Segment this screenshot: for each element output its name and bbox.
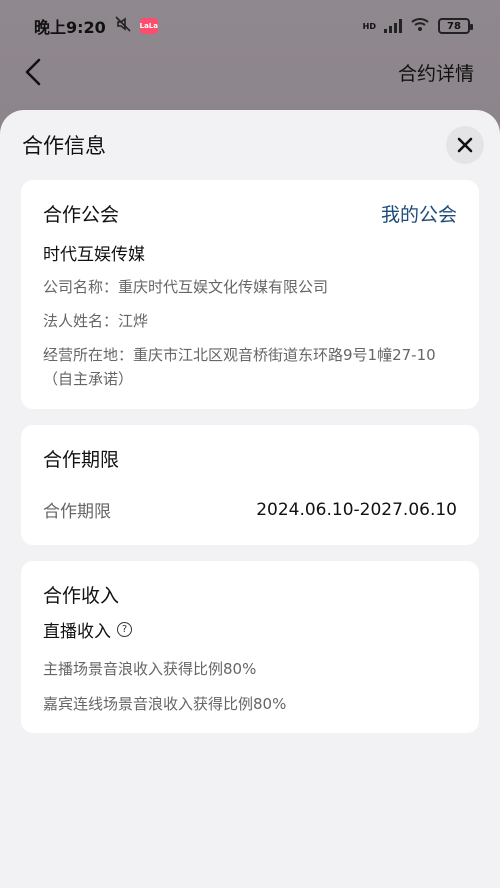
union-name: 时代互娱传媒 [43, 245, 145, 265]
self-commitment-note: （自主承诺） [43, 370, 134, 388]
cooperation-income-card: 合作收入 直播收入 ? 主播场景音浪收入获得比例80% 嘉宾连线场景音浪收入获得… [21, 561, 479, 733]
signal-icon [384, 19, 402, 33]
live-income-label: 直播收入 [43, 622, 111, 642]
guest-income-ratio: 嘉宾连线场景音浪收入获得比例80% [43, 695, 287, 713]
sheet-header: 合作信息 [0, 110, 500, 180]
mute-icon [114, 15, 132, 37]
live-income-header: 直播收入 ? [43, 617, 457, 642]
close-button[interactable] [446, 126, 484, 164]
close-icon [457, 137, 473, 153]
app-badge-icon: LaLa [140, 18, 158, 34]
legal-person: 法人姓名：江烨 [43, 312, 149, 330]
cooperation-info-sheet: 合作信息 合作公会 我的公会 时代互娱传媒 公司名称：重庆时代互娱文化传媒有限公… [0, 110, 500, 888]
period-value: 2024.06.10-2027.06.10 [256, 499, 457, 520]
status-time: 晚上9:20 [34, 18, 106, 37]
sheet-title: 合作信息 [22, 134, 106, 158]
cooperation-union-card: 合作公会 我的公会 时代互娱传媒 公司名称：重庆时代互娱文化传媒有限公司 法人姓… [21, 180, 479, 409]
wifi-icon [410, 16, 430, 36]
business-address: 经营所在地：重庆市江北区观音桥街道东环路9号1幢27-10 [43, 346, 436, 364]
period-label: 合作期限 [43, 502, 111, 522]
nav-bar: 合约详情 [0, 52, 500, 92]
network-label: HD [362, 21, 376, 31]
cooperation-period-card: 合作期限 合作期限 2024.06.10-2027.06.10 [21, 425, 479, 545]
card-title-union: 合作公会 [43, 203, 120, 226]
help-icon[interactable]: ? [117, 622, 132, 637]
card-title-period: 合作期限 [43, 448, 120, 471]
battery-icon: 78 [438, 18, 473, 34]
my-union-link[interactable]: 我的公会 [381, 200, 457, 227]
company-name: 公司名称：重庆时代互娱文化传媒有限公司 [43, 278, 329, 296]
host-income-ratio: 主播场景音浪收入获得比例80% [43, 660, 257, 678]
chevron-left-icon [25, 58, 41, 86]
nav-title: 合约详情 [397, 62, 474, 85]
status-bar: 晚上9:20 LaLa HD 78 [0, 0, 500, 52]
card-title-income: 合作收入 [43, 584, 120, 607]
back-button[interactable] [24, 54, 52, 90]
